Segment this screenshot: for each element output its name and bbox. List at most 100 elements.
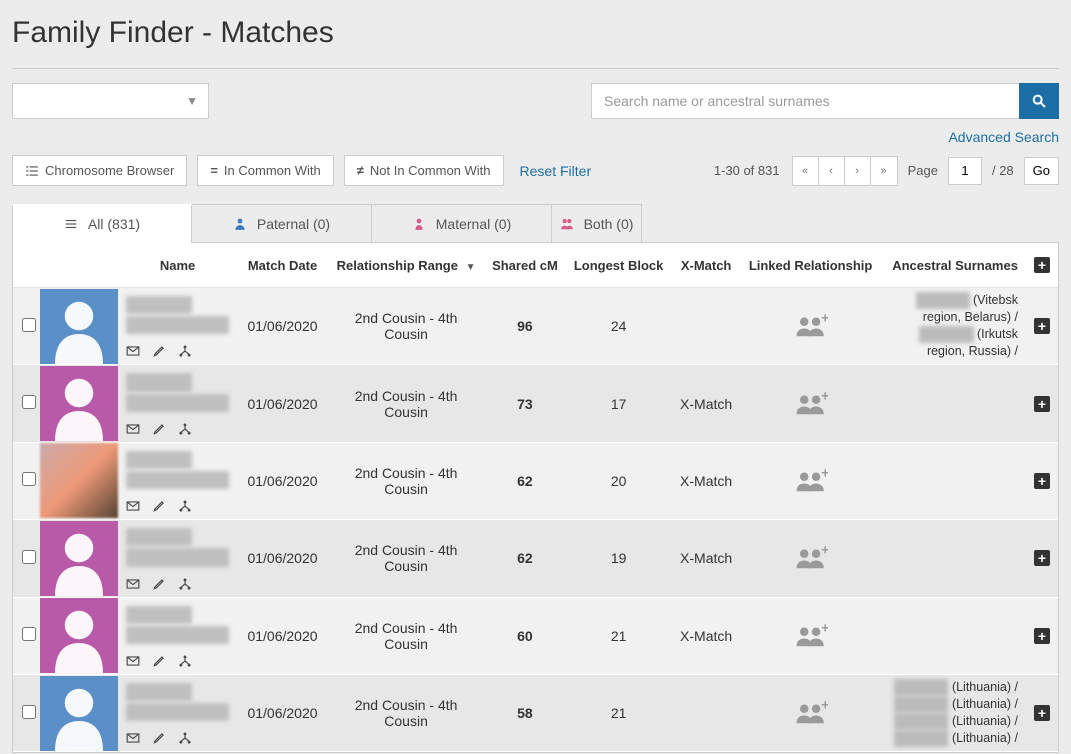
notes-icon[interactable] (152, 577, 166, 591)
advanced-search-link[interactable]: Advanced Search (591, 129, 1059, 145)
column-relationship-range[interactable]: Relationship Range ▼ (328, 243, 484, 288)
total-pages-label: / 28 (992, 163, 1014, 178)
email-icon[interactable] (126, 577, 140, 591)
tab-maternal[interactable]: Maternal (0) (372, 204, 552, 242)
match-name-line2: XXXXXXXXXXX (126, 471, 229, 489)
tree-icon[interactable] (178, 654, 192, 668)
link-relationship-icon[interactable]: + (794, 546, 828, 570)
tree-icon[interactable] (178, 731, 192, 745)
x-match-cell (671, 288, 740, 365)
link-relationship-icon[interactable]: + (794, 392, 828, 416)
row-checkbox[interactable] (22, 627, 36, 641)
row-checkbox[interactable] (22, 395, 36, 409)
pager-last-button[interactable]: » (871, 157, 897, 185)
expand-row-button[interactable]: + (1034, 705, 1050, 721)
column-checkbox (13, 243, 40, 288)
x-match-cell: X-Match (671, 365, 740, 442)
email-icon[interactable] (126, 499, 140, 513)
x-match-cell: X-Match (671, 520, 740, 597)
ancestral-surnames-cell: XXXXXX (Vitebsk region, Belarus) / XXXXX… (888, 292, 1018, 360)
avatar[interactable] (40, 676, 118, 751)
match-name[interactable]: XXXXXXX (126, 683, 191, 701)
chromosome-browser-button[interactable]: Chromosome Browser (12, 155, 187, 186)
list-icon (25, 164, 39, 178)
column-linked-relationship[interactable]: Linked Relationship (741, 243, 881, 288)
tab-all-label: All (831) (88, 216, 140, 232)
avatar[interactable] (40, 521, 118, 596)
svg-text:+: + (821, 701, 828, 713)
avatar[interactable] (40, 289, 118, 364)
link-relationship-icon[interactable]: + (794, 314, 828, 338)
tab-paternal[interactable]: Paternal (0) (192, 204, 372, 242)
avatar[interactable] (40, 598, 118, 673)
shared-cm-cell: 96 (484, 288, 566, 365)
tree-icon[interactable] (178, 344, 192, 358)
row-checkbox[interactable] (22, 705, 36, 719)
match-date-cell: 01/06/2020 (237, 674, 328, 751)
tab-all[interactable]: All (831) (12, 204, 192, 242)
pager-first-button[interactable]: « (793, 157, 819, 185)
search-input[interactable] (591, 83, 1019, 119)
tab-both[interactable]: Both (0) (552, 204, 642, 242)
column-longest-block[interactable]: Longest Block (566, 243, 672, 288)
reset-filter-link[interactable]: Reset Filter (520, 163, 592, 179)
notes-icon[interactable] (152, 654, 166, 668)
link-relationship-icon[interactable]: + (794, 624, 828, 648)
relationship-cell: 2nd Cousin - 4th Cousin (328, 288, 484, 365)
tree-icon[interactable] (178, 422, 192, 436)
longest-block-cell: 19 (566, 520, 672, 597)
match-name[interactable]: XXXXXXX (126, 373, 191, 391)
expand-all-button[interactable]: + (1034, 257, 1050, 273)
notes-icon[interactable] (152, 422, 166, 436)
row-checkbox[interactable] (22, 318, 36, 332)
chevron-double-right-icon: » (881, 165, 887, 177)
notes-icon[interactable] (152, 499, 166, 513)
avatar[interactable] (40, 366, 118, 441)
column-ancestral-surnames[interactable]: Ancestral Surnames (880, 243, 1026, 288)
longest-block-cell: 24 (566, 288, 672, 365)
in-common-with-button[interactable]: = In Common With (197, 155, 333, 186)
expand-row-button[interactable]: + (1034, 318, 1050, 334)
shared-cm-cell: 62 (484, 442, 566, 519)
expand-row-button[interactable]: + (1034, 396, 1050, 412)
column-match-date[interactable]: Match Date (237, 243, 328, 288)
notes-icon[interactable] (152, 731, 166, 745)
pager-next-button[interactable]: › (845, 157, 871, 185)
expand-row-button[interactable]: + (1034, 628, 1050, 644)
page-number-input[interactable] (948, 157, 982, 185)
relationship-cell: 2nd Cousin - 4th Cousin (328, 442, 484, 519)
expand-row-button[interactable]: + (1034, 550, 1050, 566)
notes-icon[interactable] (152, 344, 166, 358)
column-x-match[interactable]: X-Match (671, 243, 740, 288)
email-icon[interactable] (126, 422, 140, 436)
pager-prev-button[interactable]: ‹ (819, 157, 845, 185)
male-icon (233, 217, 247, 231)
search-button[interactable] (1019, 83, 1059, 119)
match-name[interactable]: XXXXXXX (126, 528, 191, 546)
table-row: XXXXXXX XXXXXXXXXXX 01/06/2020 2nd Cousi… (13, 288, 1058, 365)
longest-block-cell: 21 (566, 674, 672, 751)
email-icon[interactable] (126, 731, 140, 745)
match-name[interactable]: XXXXXXX (126, 296, 191, 314)
column-shared-cm[interactable]: Shared cM (484, 243, 566, 288)
column-expand: + (1026, 243, 1058, 288)
row-checkbox[interactable] (22, 550, 36, 564)
column-name[interactable]: Name (118, 243, 237, 288)
match-name[interactable]: XXXXXXX (126, 606, 191, 624)
match-date-cell: 01/06/2020 (237, 597, 328, 674)
match-name-line2: XXXXXXXXXXX (126, 394, 229, 412)
expand-row-button[interactable]: + (1034, 473, 1050, 489)
not-in-common-with-button[interactable]: ≠ Not In Common With (344, 155, 504, 186)
link-relationship-icon[interactable]: + (794, 701, 828, 725)
avatar[interactable] (40, 443, 118, 518)
email-icon[interactable] (126, 654, 140, 668)
people-icon (560, 217, 574, 231)
pager-go-button[interactable]: Go (1024, 157, 1059, 185)
match-name[interactable]: XXXXXXX (126, 451, 191, 469)
tree-icon[interactable] (178, 499, 192, 513)
email-icon[interactable] (126, 344, 140, 358)
row-checkbox[interactable] (22, 472, 36, 486)
tree-icon[interactable] (178, 577, 192, 591)
link-relationship-icon[interactable]: + (794, 469, 828, 493)
kit-selector-dropdown[interactable]: ▼ (12, 83, 209, 119)
